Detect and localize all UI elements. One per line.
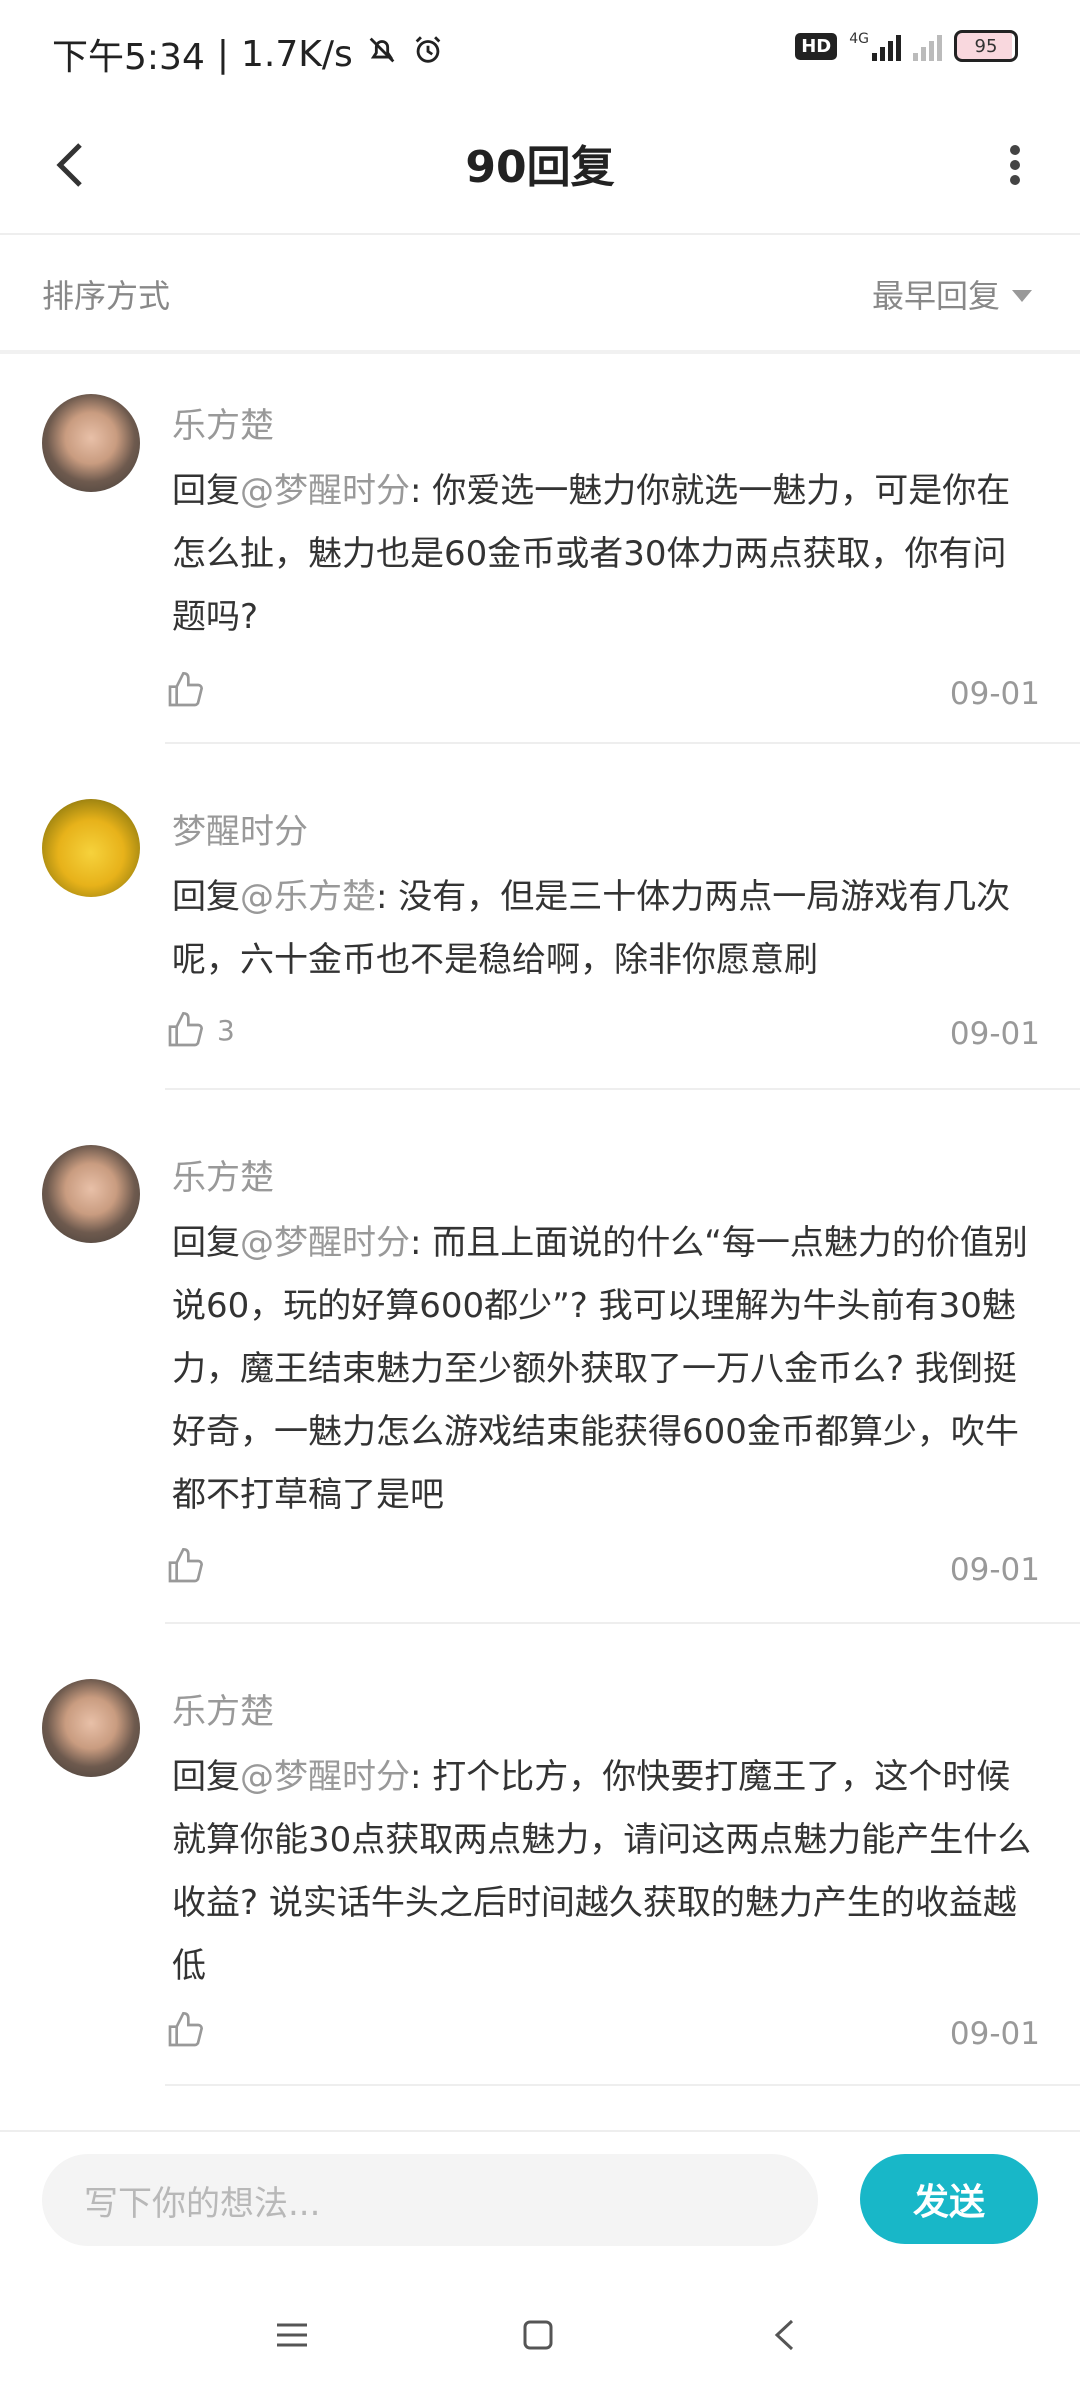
- like-button[interactable]: [165, 670, 217, 710]
- comment-date: 09-01: [949, 676, 1040, 712]
- sort-bar: 排序方式 最早回复: [0, 235, 1080, 354]
- top-bar: 90回复: [0, 105, 1080, 235]
- page-title: 90回复: [465, 142, 615, 193]
- mention-link[interactable]: @梦醒时分: [240, 471, 410, 511]
- sort-dropdown[interactable]: 最早回复: [872, 271, 1032, 317]
- avatar[interactable]: [42, 1145, 140, 1243]
- status-separator: |: [216, 33, 229, 75]
- comment-date: 09-01: [949, 1016, 1040, 1052]
- signal-icon: 4G: [849, 31, 901, 61]
- comment-author[interactable]: 乐方楚: [172, 1684, 274, 1733]
- menu-icon: [277, 2323, 307, 2347]
- back-triangle-icon: [774, 2319, 794, 2351]
- hd-badge: HD: [795, 32, 838, 60]
- battery-level: 95: [974, 35, 998, 57]
- comment-content: 回复@梦醒时分: 你爱选一魅力你就选一魅力，可是你在怎么扯，魅力也是60金币或者…: [172, 460, 1040, 649]
- net-type: 4G: [849, 31, 869, 47]
- comment-actions: 09-01: [165, 2010, 1040, 2060]
- sort-label: 排序方式: [42, 277, 171, 315]
- avatar[interactable]: [42, 1679, 140, 1777]
- comment-content: 回复@乐方楚: 没有，但是三十体力两点一局游戏有几次呢，六十金币也不是稳给啊，除…: [172, 866, 1040, 992]
- comment-actions: 09-01: [165, 670, 1040, 720]
- like-button[interactable]: [165, 1546, 217, 1586]
- thumbs-up-icon: [168, 671, 204, 707]
- input-placeholder: 写下你的想法...: [84, 2183, 321, 2224]
- home-square-icon: [523, 2320, 553, 2350]
- comment-input[interactable]: 写下你的想法...: [42, 2154, 818, 2246]
- divider: [165, 2084, 1080, 2086]
- avatar[interactable]: [42, 799, 140, 897]
- comment-author[interactable]: 梦醒时分: [172, 804, 308, 853]
- comment-text: : 而且上面说的什么“每一点魅力的价值别说60，玩的好算600都少”? 我可以理…: [172, 1223, 1028, 1515]
- mention-link[interactable]: @乐方楚: [240, 877, 376, 917]
- comment-author[interactable]: 乐方楚: [172, 398, 274, 447]
- status-time: 下午5:34: [52, 37, 205, 78]
- comment-item: 梦醒时分 回复@乐方楚: 没有，但是三十体力两点一局游戏有几次呢，六十金币也不是…: [0, 744, 1080, 1090]
- comment-author[interactable]: 乐方楚: [172, 1150, 274, 1199]
- comment-input-bar: 写下你的想法... 发送: [0, 2130, 1080, 2272]
- chevron-down-icon: [1012, 290, 1032, 302]
- status-speed: 1.7K/s: [240, 33, 353, 75]
- system-nav-bar: [0, 2270, 1080, 2400]
- more-button[interactable]: [980, 125, 1050, 205]
- comment-actions: 3 09-01: [165, 1010, 1040, 1060]
- reply-prefix: 回复: [172, 877, 240, 917]
- like-count: 3: [217, 1013, 235, 1047]
- comment-actions: 09-01: [165, 1546, 1040, 1596]
- menu-nav-button[interactable]: [262, 2305, 322, 2365]
- reply-prefix: 回复: [172, 471, 240, 511]
- status-bar: 下午5:34 | 1.7K/s HD 4G 95: [0, 0, 1080, 105]
- mention-link[interactable]: @梦醒时分: [240, 1223, 410, 1263]
- comment-item: 乐方楚 回复@梦醒时分: 你爱选一魅力你就选一魅力，可是你在怎么扯，魅力也是60…: [0, 354, 1080, 744]
- comment-item: 乐方楚 回复@梦醒时分: 打个比方，你快要打魔王了，这个时候就算你能30点获取两…: [0, 1624, 1080, 2094]
- signal-2-icon: [913, 31, 942, 61]
- status-left: 下午5:34 | 1.7K/s: [52, 28, 445, 80]
- more-vertical-icon: [1010, 145, 1020, 185]
- alarm-icon: [411, 33, 445, 76]
- reply-prefix: 回复: [172, 1757, 240, 1797]
- back-nav-button[interactable]: [754, 2305, 814, 2365]
- comment-item: 乐方楚 回复@梦醒时分: 而且上面说的什么“每一点魅力的价值别说60，玩的好算6…: [0, 1090, 1080, 1624]
- like-button[interactable]: 3: [165, 1010, 235, 1050]
- battery-icon: 95: [954, 30, 1018, 62]
- thumbs-up-icon: [168, 2011, 204, 2047]
- avatar[interactable]: [42, 394, 140, 492]
- home-nav-button[interactable]: [508, 2305, 568, 2365]
- send-button[interactable]: 发送: [860, 2154, 1038, 2244]
- sort-value: 最早回复: [871, 277, 1000, 315]
- thumbs-up-icon: [168, 1547, 204, 1583]
- comment-content: 回复@梦醒时分: 而且上面说的什么“每一点魅力的价值别说60，玩的好算600都少…: [172, 1212, 1040, 1527]
- bell-off-icon: [365, 33, 399, 76]
- like-button[interactable]: [165, 2010, 217, 2050]
- mention-link[interactable]: @梦醒时分: [240, 1757, 410, 1797]
- comment-content: 回复@梦醒时分: 打个比方，你快要打魔王了，这个时候就算你能30点获取两点魅力，…: [172, 1746, 1040, 1998]
- comment-date: 09-01: [949, 1552, 1040, 1588]
- thumbs-up-icon: [168, 1011, 204, 1047]
- reply-prefix: 回复: [172, 1223, 240, 1263]
- status-right: HD 4G 95: [795, 30, 1018, 62]
- comment-date: 09-01: [949, 2016, 1040, 2052]
